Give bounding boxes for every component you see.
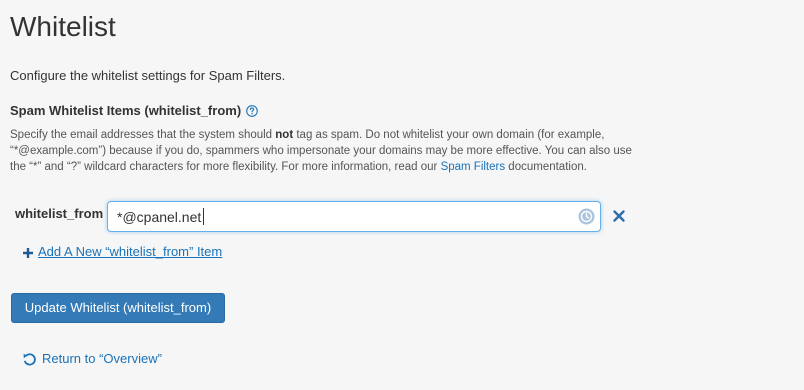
add-whitelist-item-link[interactable]: Add A New “whitelist_from” Item: [22, 244, 222, 260]
description-text-1: Specify the email addresses that the sys…: [10, 129, 276, 141]
add-whitelist-item-label[interactable]: Add A New “whitelist_from” Item: [38, 244, 222, 260]
question-circle-icon[interactable]: [246, 105, 259, 117]
undo-arrow-icon: [22, 352, 37, 367]
text-caret: [203, 208, 204, 225]
description-text-3: documentation.: [505, 161, 587, 173]
section-label: Spam Whitelist Items (whitelist_from): [10, 102, 259, 120]
whitelist-from-input[interactable]: [108, 202, 568, 231]
return-to-overview-label[interactable]: Return to “Overview”: [42, 351, 162, 367]
section-label-text: Spam Whitelist Items (whitelist_from): [10, 103, 242, 118]
plus-icon: [22, 246, 34, 258]
password-manager-icon[interactable]: [578, 208, 595, 225]
whitelist-from-label: whitelist_from: [15, 206, 104, 221]
whitelist-from-input-wrapper: [107, 201, 601, 232]
spam-filters-doc-link[interactable]: Spam Filters: [441, 161, 506, 173]
page-intro: Configure the whitelist settings for Spa…: [10, 68, 286, 83]
section-description: Specify the email addresses that the sys…: [10, 127, 640, 175]
page-title: Whitelist: [10, 11, 116, 42]
update-whitelist-button[interactable]: Update Whitelist (whitelist_from): [11, 293, 225, 323]
return-to-overview-link[interactable]: Return to “Overview”: [22, 351, 162, 367]
close-icon[interactable]: [612, 209, 626, 223]
description-bold-not: not: [275, 129, 294, 141]
